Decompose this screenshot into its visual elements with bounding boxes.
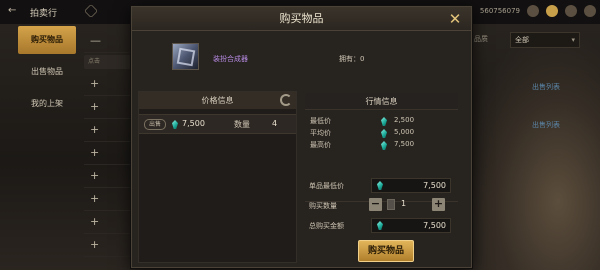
gem-currency-icon <box>381 117 387 126</box>
listing-qty: 4 <box>272 119 278 128</box>
player-id: 560756079 <box>479 7 520 15</box>
market-info-header: 行情信息 <box>305 93 458 110</box>
unit-min-price-box: 7,500 <box>371 178 451 193</box>
mail-icon[interactable] <box>565 5 577 17</box>
category-expand[interactable]: + <box>84 211 134 234</box>
page-title: 拍卖行 <box>30 9 58 19</box>
gem-currency-icon <box>381 141 387 150</box>
market-value: 7,500 <box>394 140 415 148</box>
category-expand[interactable]: + <box>84 142 134 165</box>
sidebar-item-my-listings[interactable]: 我的上架 <box>18 90 76 118</box>
gem-currency-icon <box>172 120 178 129</box>
market-value: 2,500 <box>394 116 415 124</box>
market-value: 5,000 <box>394 128 415 136</box>
listing-price: 7,500 <box>182 119 205 128</box>
gem-currency-icon <box>377 221 383 230</box>
sidebar-item-sell[interactable]: 出售物品 <box>18 58 76 86</box>
category-expand[interactable]: + <box>84 165 134 188</box>
category-expand[interactable]: + <box>84 234 134 257</box>
close-icon[interactable]: ✕ <box>447 11 463 27</box>
quantity-increase-button[interactable]: + <box>432 198 445 211</box>
market-row-min: 最低价 2,500 <box>310 116 458 128</box>
unit-min-value: 7,500 <box>423 181 446 190</box>
quantity-input[interactable]: 1 <box>401 199 429 208</box>
quantity-row: 购买数量 − 1 + <box>305 198 458 213</box>
owned-count: 拥有：0 <box>339 55 365 63</box>
total-box: 7,500 <box>371 218 451 233</box>
price-info-title: 价格信息 <box>201 96 234 105</box>
price-list-row[interactable]: 出售 7,500 数量 4 <box>139 114 296 134</box>
sale-list-link[interactable]: 出售列表 <box>532 120 560 130</box>
sell-tag: 出售 <box>144 119 166 130</box>
refresh-icon[interactable] <box>280 94 292 106</box>
item-icon <box>172 43 199 70</box>
buy-button[interactable]: 购买物品 <box>358 240 414 262</box>
sale-list-link[interactable]: 出售列表 <box>532 82 560 92</box>
settings-icon[interactable] <box>527 5 539 17</box>
diamond-icon[interactable] <box>84 4 98 18</box>
quantity-label: 购买数量 <box>309 202 337 210</box>
total-value: 7,500 <box>423 221 446 230</box>
purchase-dialog: 购买物品 ✕ 装扮合成器 拥有：0 价格信息 出售 7,500 数量 4 行情信… <box>131 6 472 268</box>
total-label: 总购买金额 <box>309 222 344 230</box>
category-collapse[interactable]: — <box>84 30 134 53</box>
listing-qty-label: 数量 <box>234 120 250 129</box>
category-expand[interactable]: + <box>84 188 134 211</box>
market-label: 最低价 <box>310 117 331 125</box>
market-label: 平均价 <box>310 129 331 137</box>
item-icon-shine <box>176 47 196 67</box>
category-search[interactable]: 点击 <box>84 55 134 69</box>
category-list: — 点击 + + + + + + + + <box>84 30 134 257</box>
price-info-header: 价格信息 <box>139 92 296 109</box>
quantity-decrease-button[interactable]: − <box>369 198 382 211</box>
gem-currency-icon <box>381 129 387 138</box>
quantity-item-icon <box>387 199 395 210</box>
gem-currency-icon <box>377 181 383 190</box>
total-row: 总购买金额 7,500 <box>305 218 458 233</box>
filter-label: 品质 <box>474 35 488 43</box>
top-bar-right: 560756079 <box>480 5 596 17</box>
sidebar-item-buy[interactable]: 购买物品 <box>18 26 76 54</box>
filter-select[interactable]: 全部 <box>510 32 580 48</box>
unit-min-price-row: 单品最低价 7,500 <box>305 178 458 193</box>
unit-min-label: 单品最低价 <box>309 182 344 190</box>
market-row-max: 最高价 7,500 <box>310 140 458 152</box>
background-scene <box>460 40 600 270</box>
price-info-panel: 价格信息 出售 7,500 数量 4 <box>138 91 297 263</box>
market-row-avg: 平均价 5,000 <box>310 128 458 140</box>
back-arrow-icon[interactable]: ← <box>8 5 16 16</box>
category-expand[interactable]: + <box>84 119 134 142</box>
dialog-title: 购买物品 <box>132 7 471 31</box>
sidebar: 购买物品 出售物品 我的上架 <box>18 26 76 122</box>
market-label: 最高价 <box>310 141 331 149</box>
category-expand[interactable]: + <box>84 73 134 96</box>
gold-icon[interactable] <box>546 5 558 17</box>
item-name: 装扮合成器 <box>213 55 248 63</box>
category-expand[interactable]: + <box>84 96 134 119</box>
menu-icon[interactable] <box>584 5 596 17</box>
